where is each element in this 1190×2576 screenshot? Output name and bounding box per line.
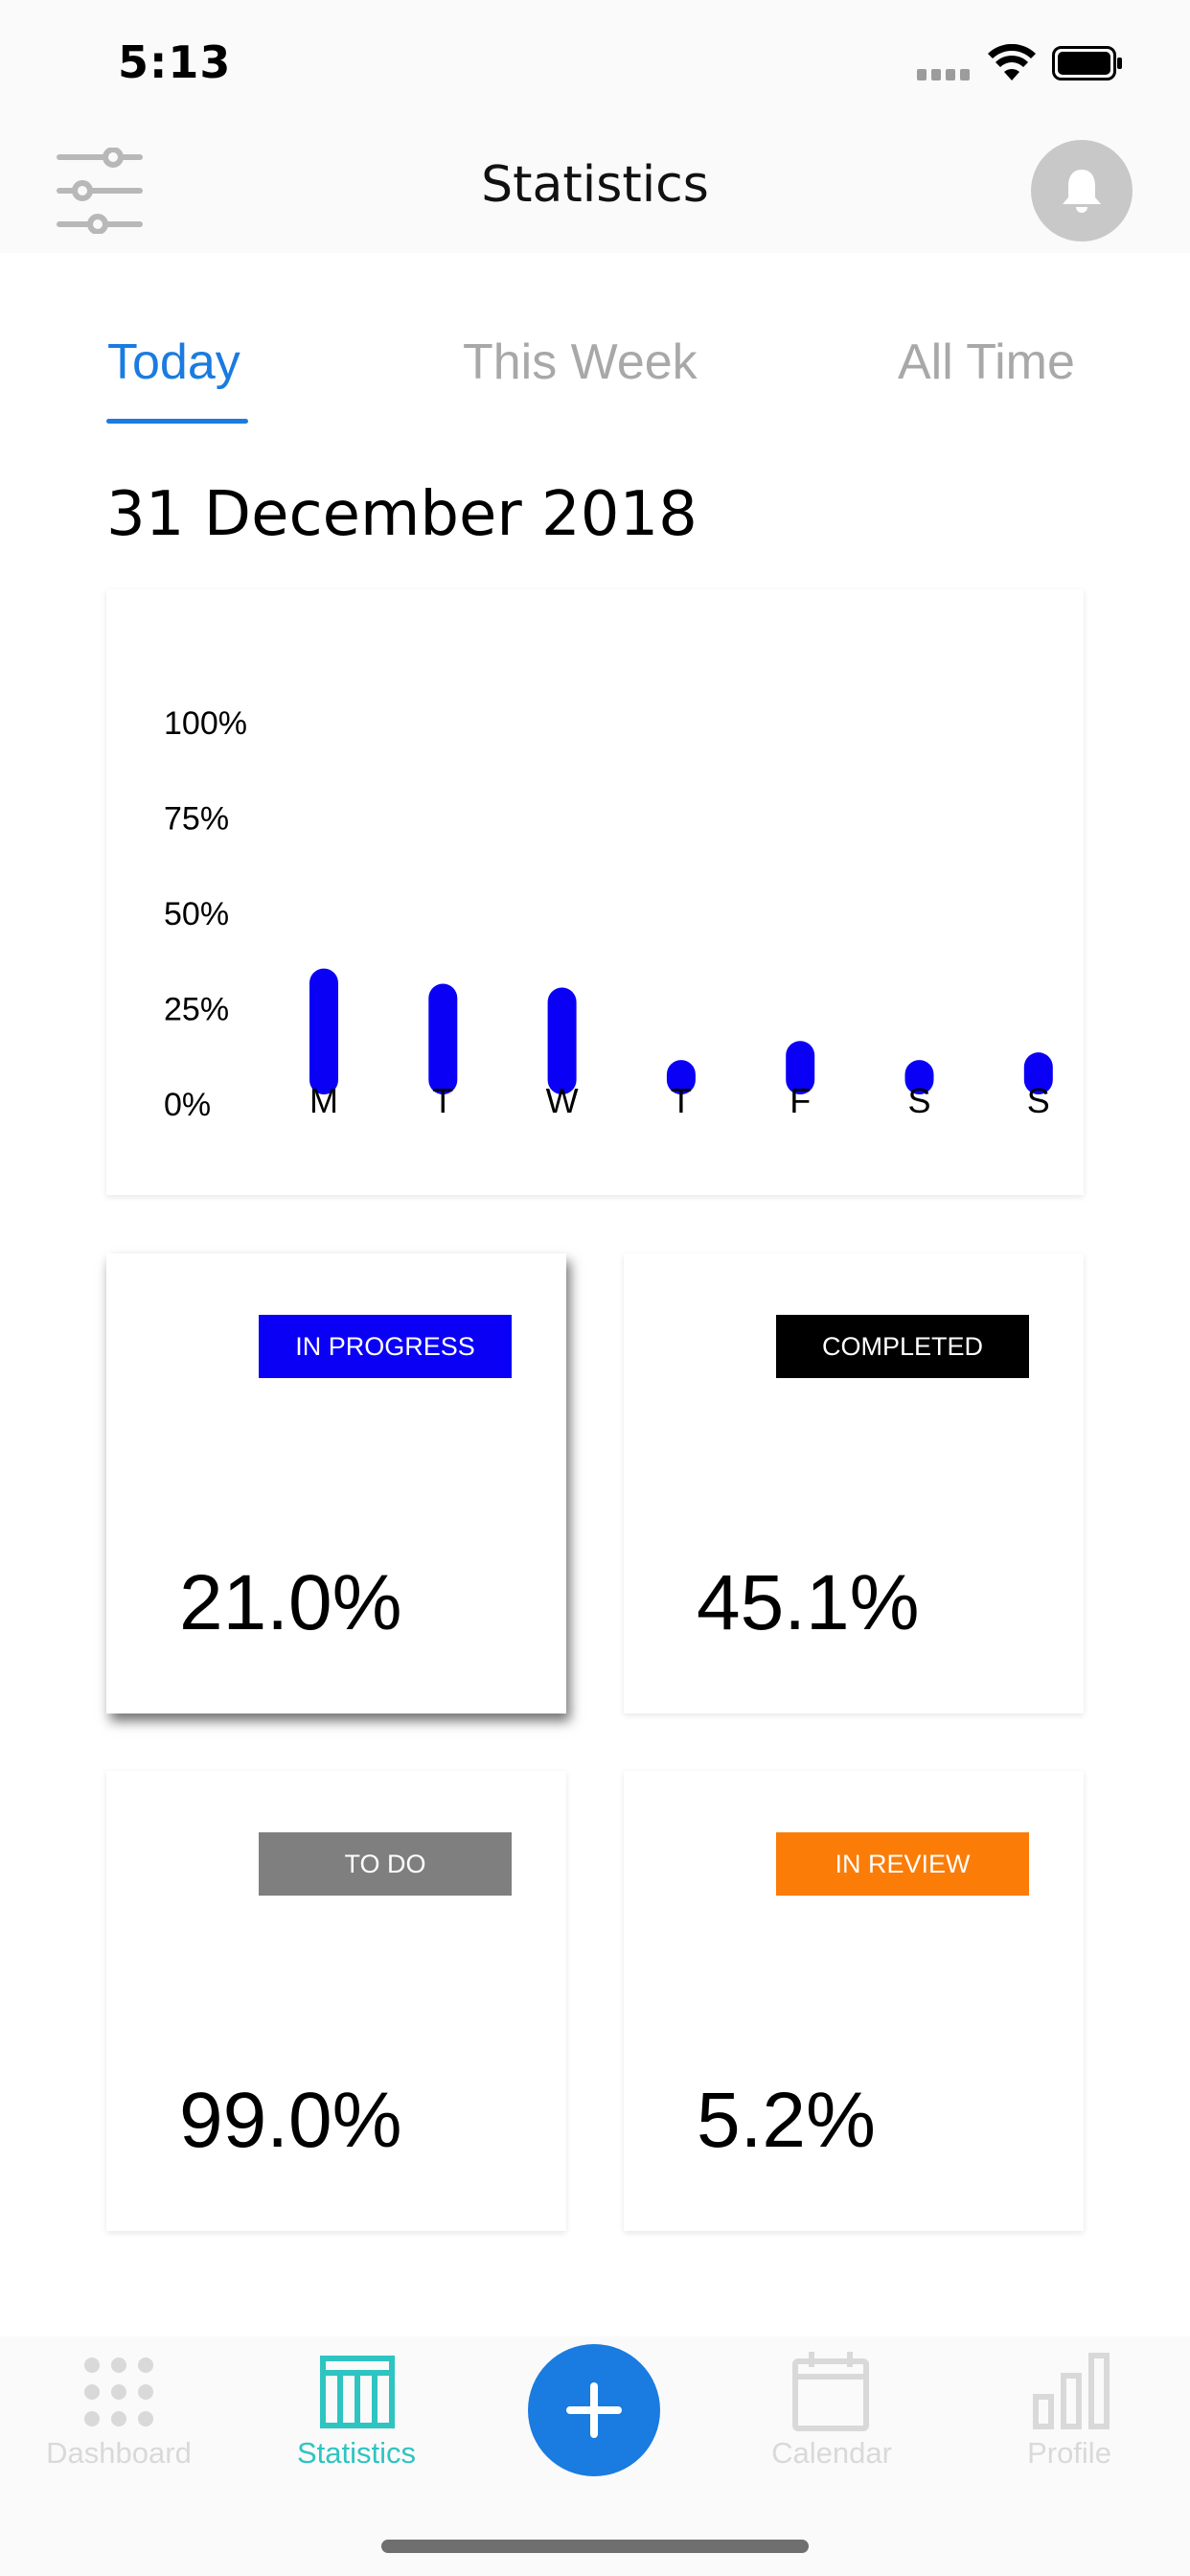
bar-chart: 0% 25% 50% 75% 100% M T W T F S S: [164, 705, 1053, 1123]
status-badge: TO DO: [259, 1832, 512, 1896]
stat-value: 99.0%: [179, 2077, 402, 2164]
wifi-icon: [988, 44, 1036, 80]
stat-value: 21.0%: [179, 1559, 402, 1646]
nav-label-calendar[interactable]: Calendar: [713, 2436, 950, 2471]
bar-chart-icon[interactable]: [1033, 2353, 1110, 2429]
notifications-button[interactable]: [1031, 140, 1133, 242]
calendar-icon[interactable]: [792, 2350, 869, 2432]
stat-value: 5.2%: [697, 2077, 876, 2164]
y-tick-label: 50%: [164, 896, 229, 932]
status-time: 5:13: [118, 36, 232, 88]
page-title: Statistics: [481, 156, 709, 214]
date-label: 31 December 2018: [106, 479, 698, 550]
tab-all-time[interactable]: All Time: [898, 334, 1075, 391]
y-tick-label: 75%: [164, 801, 229, 838]
table-icon[interactable]: [320, 2356, 395, 2428]
nav-label-profile[interactable]: Profile: [950, 2436, 1188, 2471]
status-badge: COMPLETED: [776, 1315, 1029, 1378]
home-indicator: [381, 2540, 809, 2553]
nav-label-statistics[interactable]: Statistics: [238, 2436, 475, 2471]
chart-card: 0% 25% 50% 75% 100% M T W T F S S: [106, 589, 1084, 1195]
stat-card-in-review[interactable]: IN REVIEW 5.2%: [624, 1771, 1084, 2231]
plus-icon: [566, 2382, 622, 2438]
chart-bar: [309, 968, 338, 1094]
x-tick-label: M: [309, 1081, 338, 1120]
stat-card-to-do[interactable]: TO DO 99.0%: [106, 1771, 566, 2231]
tab-today[interactable]: Today: [107, 334, 240, 391]
chart-bar: [428, 983, 458, 1094]
x-tick-label: T: [671, 1081, 692, 1120]
active-tab-indicator: [106, 419, 248, 424]
nav-label-dashboard[interactable]: Dashboard: [0, 2436, 238, 2471]
cellular-signal-icon: [917, 69, 971, 80]
y-tick-label: 25%: [164, 992, 229, 1028]
y-tick-label: 0%: [164, 1087, 211, 1123]
x-tick-label: F: [790, 1081, 811, 1120]
x-tick-label: S: [1027, 1081, 1050, 1120]
x-tick-label: S: [907, 1081, 930, 1120]
y-tick-label: 100%: [164, 705, 247, 742]
bell-icon: [1063, 170, 1101, 213]
battery-icon: [1052, 46, 1122, 80]
grid-icon[interactable]: [83, 2357, 154, 2427]
tab-this-week[interactable]: This Week: [463, 334, 698, 391]
stat-value: 45.1%: [697, 1559, 920, 1646]
add-button[interactable]: [528, 2344, 660, 2476]
stat-card-in-progress[interactable]: IN PROGRESS 21.0%: [106, 1254, 566, 1714]
status-badge: IN REVIEW: [776, 1832, 1029, 1896]
status-badge: IN PROGRESS: [259, 1315, 512, 1378]
x-tick-label: W: [546, 1081, 579, 1120]
chart-bar: [547, 987, 577, 1094]
stat-card-completed[interactable]: COMPLETED 45.1%: [624, 1254, 1084, 1714]
x-tick-label: T: [432, 1081, 453, 1120]
